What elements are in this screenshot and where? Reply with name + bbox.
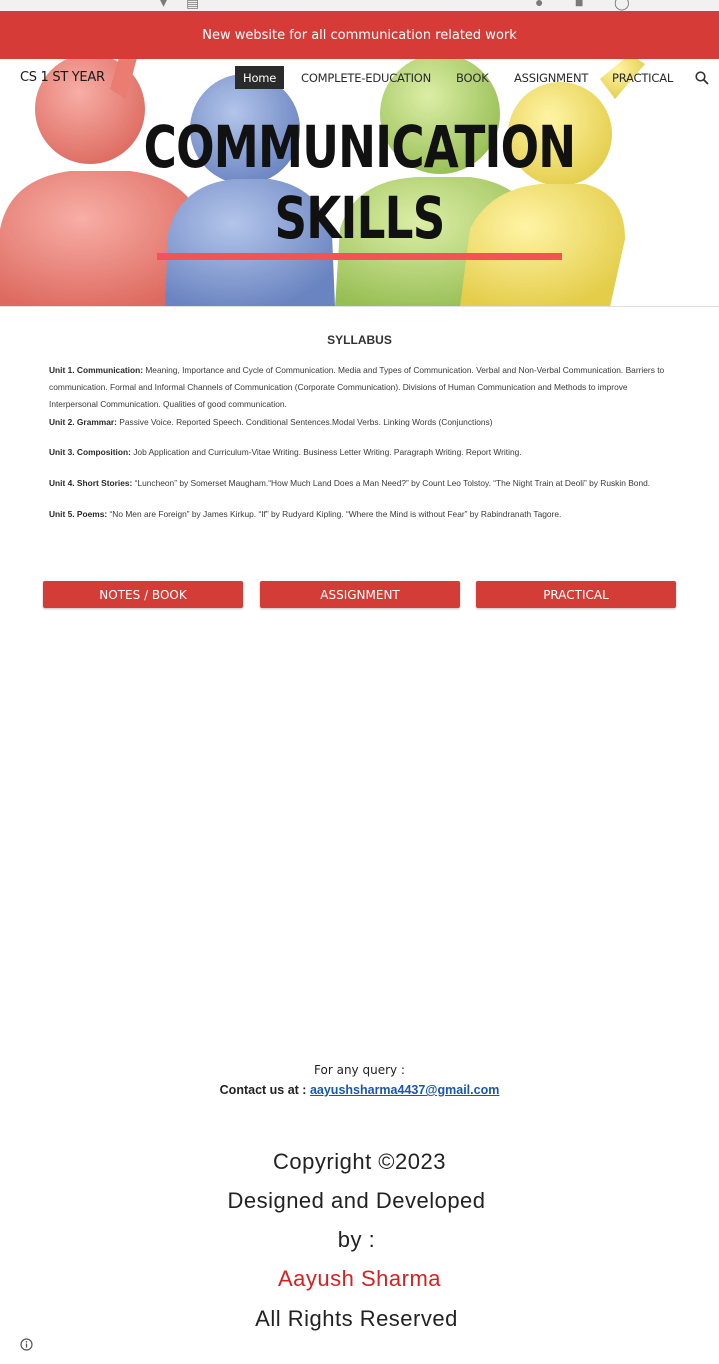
- search-icon[interactable]: [694, 70, 710, 86]
- query-text: For any query :: [314, 1063, 405, 1077]
- unit-label: Unit 2. Grammar:: [49, 416, 117, 427]
- unit-label: Unit 4. Short Stories:: [49, 478, 133, 489]
- practical-button[interactable]: PRACTICAL: [476, 581, 676, 608]
- info-icon[interactable]: [20, 1338, 33, 1351]
- syllabus-unit: Unit 3. Composition: Job Application and…: [49, 444, 671, 461]
- toolbar-icon[interactable]: ■: [575, 0, 583, 10]
- author-name: Aayush Sharma: [277, 1266, 442, 1291]
- nav-item-assignment[interactable]: ASSIGNMENT: [506, 66, 596, 89]
- assignment-button[interactable]: ASSIGNMENT: [260, 581, 460, 608]
- nav-item-book[interactable]: BOOK: [448, 66, 497, 89]
- hero-title-line1: COMMUNICATION: [143, 113, 576, 181]
- copyright-text: Copyright ©2023: [273, 1149, 446, 1174]
- syllabus-unit: Unit 5. Poems: “No Men are Foreign” by J…: [49, 506, 671, 523]
- toolbar-icon[interactable]: ▤: [186, 0, 199, 11]
- rights-text: All Rights Reserved: [255, 1306, 458, 1331]
- designed-by-text: Designed and Developed: [227, 1188, 486, 1213]
- by-text: by :: [337, 1227, 376, 1252]
- syllabus-unit: Unit 2. Grammar: Passive Voice. Reported…: [49, 414, 671, 431]
- unit-label: Unit 1. Communication:: [49, 365, 143, 375]
- unit-label: Unit 3. Composition:: [49, 447, 131, 458]
- nav-item-home[interactable]: Home: [235, 66, 285, 89]
- hero-title-line2: SKILLS: [274, 184, 445, 252]
- page: ▾ ▤ ● ■ ◯ New website for all communicat…: [0, 0, 719, 1364]
- unit-text: “No Men are Foreign” by James Kirkup. “I…: [107, 508, 562, 519]
- unit-text: Job Application and Curriculum-Vitae Wri…: [130, 447, 522, 458]
- toolbar-icon[interactable]: ▾: [160, 0, 167, 11]
- syllabus-unit: Unit 4. Short Stories: “Luncheon” by Som…: [49, 475, 671, 492]
- unit-text: Passive Voice. Reported Speech. Conditio…: [116, 416, 493, 427]
- site-title[interactable]: CS 1 ST YEAR: [20, 70, 105, 85]
- announcement-text: New website for all communication relate…: [202, 27, 517, 43]
- contact-line: Contact us at : aayushsharma4437@gmail.c…: [0, 1083, 719, 1097]
- top-toolbar-strip: ▾ ▤ ● ■ ◯: [0, 0, 719, 11]
- nav-item-complete-education[interactable]: COMPLETE-EDUCATION: [293, 66, 439, 89]
- unit-text: “Luncheon” by Somerset Maugham.“How Much…: [132, 478, 651, 489]
- hero-header-image: COMMUNICATION SKILLS: [0, 59, 719, 307]
- syllabus-unit: Unit 1. Communication: Meaning, Importan…: [49, 362, 671, 414]
- announcement-banner: New website for all communication relate…: [0, 11, 719, 59]
- contact-label: Contact us at :: [219, 1083, 310, 1097]
- syllabus-content: Unit 1. Communication: Meaning, Importan…: [49, 362, 671, 523]
- contact-email-link[interactable]: aayushsharma4437@gmail.com: [310, 1083, 499, 1097]
- toolbar-icon[interactable]: ●: [535, 0, 543, 10]
- notes-book-button[interactable]: NOTES / BOOK: [43, 581, 243, 608]
- syllabus-heading: SYLLABUS: [327, 333, 392, 347]
- toolbar-icon[interactable]: ◯: [614, 0, 630, 11]
- people-illustration: [0, 59, 719, 306]
- unit-label: Unit 5. Poems:: [49, 508, 108, 519]
- nav-item-practical[interactable]: PRACTICAL: [604, 66, 681, 89]
- hero-underline: [157, 253, 562, 260]
